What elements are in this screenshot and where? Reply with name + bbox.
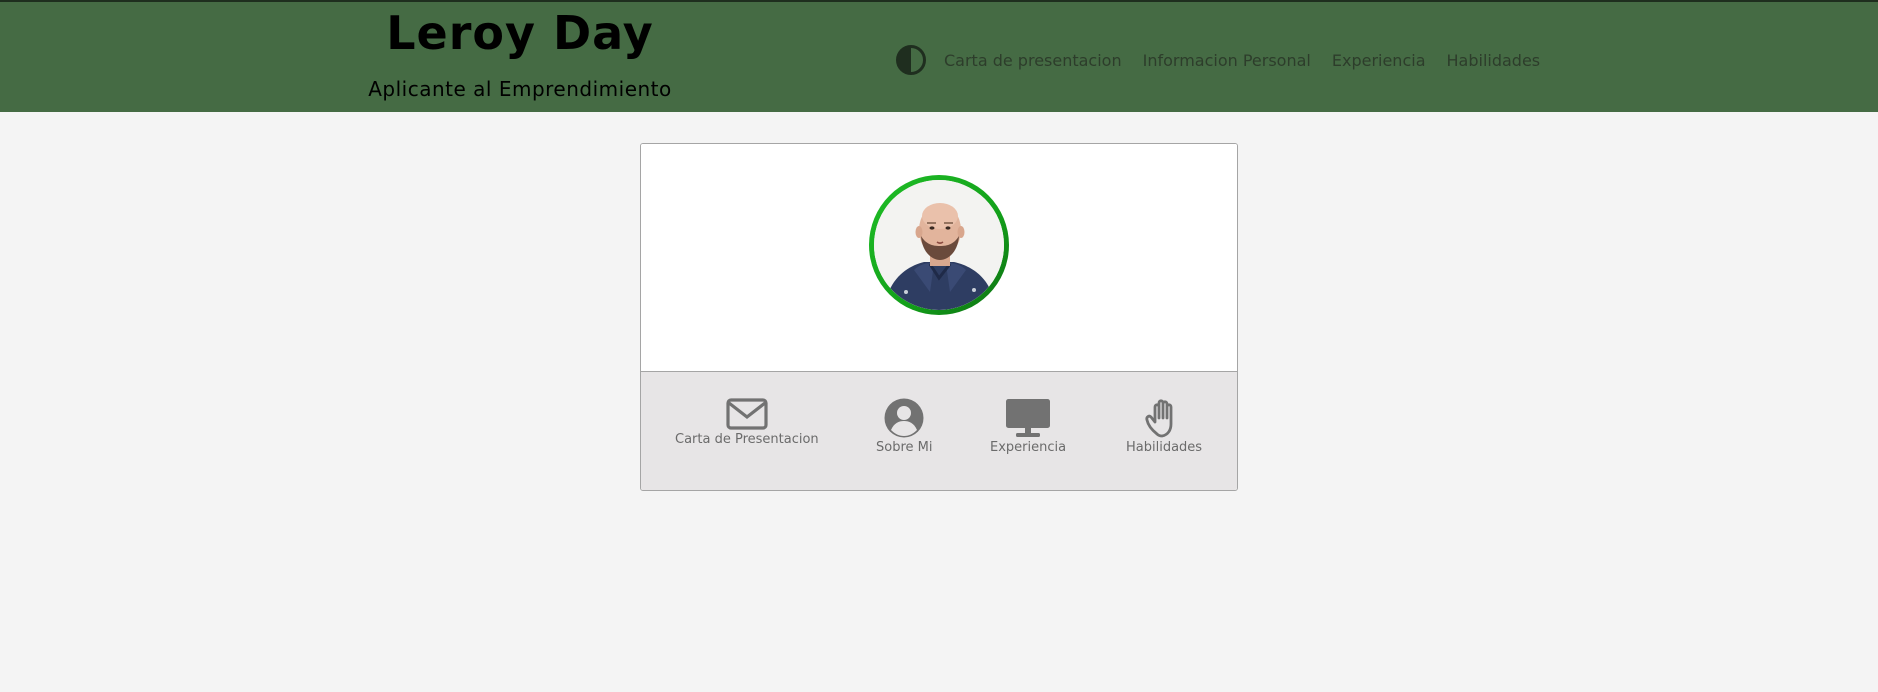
feature-bar: Carta de Presentacion Sobre Mi Experienc…: [641, 372, 1237, 490]
feature-label: Carta de Presentacion: [675, 432, 819, 447]
feature-label: Experiencia: [990, 440, 1067, 455]
nav-link-experiencia[interactable]: Experiencia: [1332, 51, 1426, 70]
profile-card: Carta de Presentacion Sobre Mi Experienc…: [640, 143, 1238, 491]
profile-card-header: [641, 144, 1237, 372]
nav-link-informacion[interactable]: Informacion Personal: [1143, 51, 1311, 70]
page-title: Leroy Day: [386, 6, 654, 60]
contrast-icon[interactable]: [896, 45, 926, 75]
site-header: Leroy Day Aplicante al Emprendimiento Ca…: [0, 0, 1878, 112]
feature-experiencia[interactable]: Experiencia: [990, 398, 1066, 455]
top-nav: Carta de presentacion Informacion Person…: [896, 44, 1561, 76]
brand: Leroy Day Aplicante al Emprendimiento: [350, 4, 690, 102]
user-circle-icon: [884, 398, 924, 438]
feature-label: Sobre Mi: [876, 440, 933, 455]
avatar: [874, 180, 1004, 310]
envelope-icon: [726, 398, 768, 430]
monitor-icon: [1006, 399, 1051, 437]
nav-link-carta[interactable]: Carta de presentacion: [944, 51, 1122, 70]
feature-sobre-mi[interactable]: Sobre Mi: [876, 398, 932, 455]
feature-label: Habilidades: [1126, 440, 1203, 455]
nav-link-habilidades[interactable]: Habilidades: [1447, 51, 1541, 70]
feature-carta[interactable]: Carta de Presentacion: [675, 398, 819, 447]
avatar-ring: [869, 175, 1009, 315]
profile-photo: [874, 180, 1004, 310]
feature-habilidades[interactable]: Habilidades: [1126, 398, 1202, 455]
hand-icon: [1145, 399, 1173, 438]
page-subtitle: Aplicante al Emprendimiento: [368, 77, 672, 101]
